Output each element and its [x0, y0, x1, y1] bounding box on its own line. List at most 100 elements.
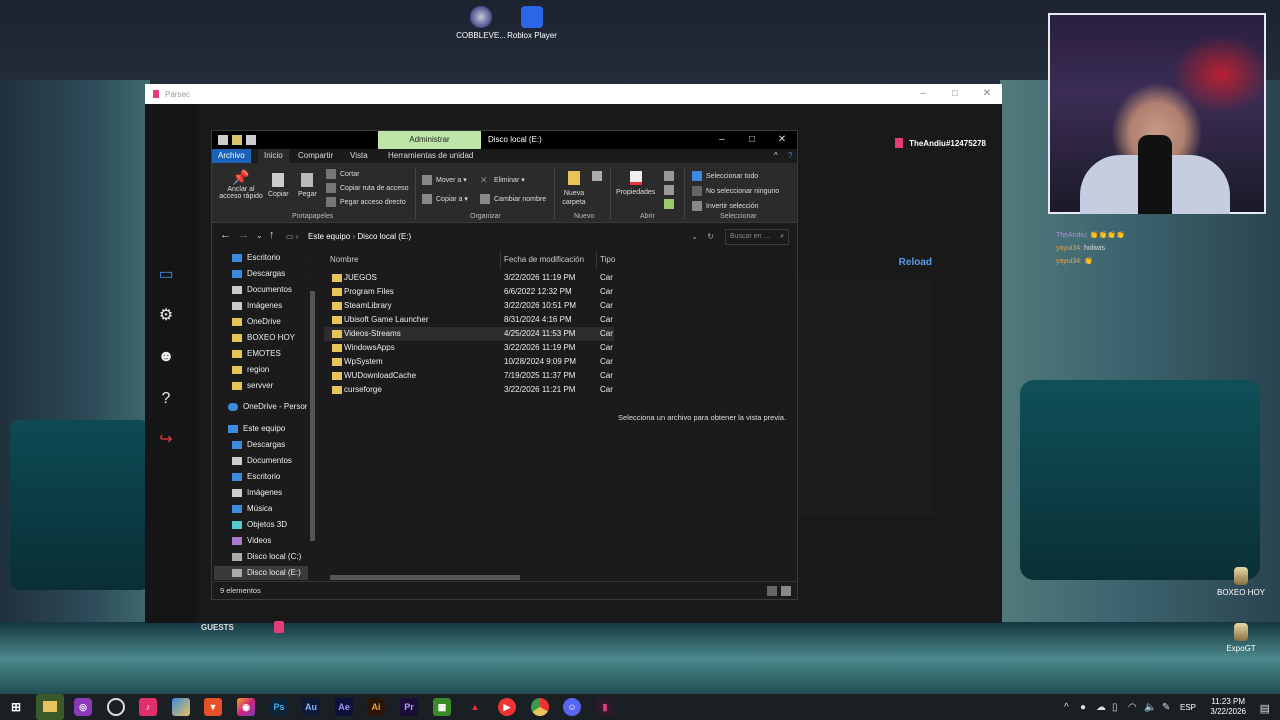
nav-item-escritorio-pc[interactable]: Escritorio [232, 470, 280, 484]
qat-properties-icon[interactable] [218, 135, 228, 145]
parsec-user[interactable]: TheAndiu#12475278 [895, 138, 986, 148]
nav-item-descargas-pc[interactable]: Descargas [232, 438, 285, 452]
podcasts-icon[interactable]: ◎ [74, 698, 92, 716]
back-arrow-icon[interactable]: ← [220, 229, 231, 241]
nav-item-onedrive[interactable]: OneDrive📌 [232, 315, 316, 329]
scrollbar-thumb[interactable] [310, 291, 315, 541]
details-view-icon[interactable] [767, 586, 777, 596]
wifi-icon[interactable]: ◠ [1128, 702, 1137, 713]
breadcrumb-disco-local[interactable]: Disco local (E:) [357, 232, 411, 241]
adobe-icon[interactable]: ▲ [466, 698, 484, 716]
maximize-button[interactable]: □ [940, 86, 970, 102]
paste-button[interactable]: Pegar [298, 173, 317, 198]
brave-icon[interactable]: ▼ [204, 698, 222, 716]
qat-folder-icon[interactable] [232, 135, 242, 145]
file-row[interactable]: Ubisoft Game Launcher 8/31/2024 4:16 PM Ca… [324, 313, 614, 327]
computers-icon[interactable]: ▭ [157, 266, 175, 284]
youtube-icon[interactable]: ▶ [498, 698, 516, 716]
language-indicator[interactable]: ESP [1180, 703, 1196, 712]
maximize-button[interactable]: □ [737, 131, 767, 149]
select-all-button[interactable]: Seleccionar todo [692, 171, 758, 181]
breadcrumb-este-equipo[interactable]: Este equipo [308, 232, 350, 241]
nav-item-imagenes[interactable]: Imágenes📌 [232, 299, 316, 313]
illustrator-icon[interactable]: Ai [367, 698, 385, 716]
nav-item-escritorio[interactable]: Escritorio📌 [232, 251, 316, 265]
clock[interactable]: 11:23 PM 3/22/2026 [1210, 697, 1246, 717]
after-effects-icon[interactable]: Ae [335, 698, 353, 716]
forward-arrow-icon[interactable]: → [238, 229, 249, 241]
tab-herramientas-de-unidad[interactable]: Herramientas de unidad [382, 149, 479, 163]
horizontal-scrollbar[interactable] [324, 573, 612, 581]
tiktok-icon[interactable]: ♪ [139, 698, 157, 716]
nav-item-region[interactable]: region [232, 363, 269, 377]
file-row[interactable]: Videos-Streams 4/25/2024 11:53 PM Car [324, 327, 614, 341]
tab-archivo[interactable]: Archivo [212, 149, 251, 163]
nav-item-este-equipo[interactable]: Este equipo [228, 422, 285, 436]
history-button[interactable] [664, 199, 678, 209]
file-row[interactable]: WindowsApps 3/22/2026 11:19 PM Car [324, 341, 614, 355]
minecraft-icon[interactable]: ▦ [433, 698, 451, 716]
file-row[interactable]: WpSystem 10/28/2024 9:09 PM Car [324, 355, 614, 369]
delete-button[interactable]: ✕ Eliminar ▾ [480, 175, 525, 185]
admin-context-tab[interactable]: Administrar [378, 131, 481, 149]
tray-chevron-icon[interactable]: ^ [1064, 702, 1069, 713]
nav-item-emotes[interactable]: EMOTES [232, 347, 281, 361]
column-header-fecha[interactable]: Fecha de modificación [504, 255, 584, 264]
nav-item-documentos[interactable]: Documentos📌 [232, 283, 316, 297]
notification-icon[interactable]: ▤ [1260, 702, 1270, 715]
close-button[interactable]: ✕ [767, 131, 797, 149]
desktop-icon-roblox[interactable]: Roblox Player [497, 6, 567, 40]
nav-item-disco-c[interactable]: Disco local (C:) [232, 550, 301, 564]
column-header-nombre[interactable]: Nombre [330, 255, 358, 264]
column-divider[interactable] [500, 251, 501, 269]
search-input[interactable]: Buscar en ... ⌕ [725, 229, 789, 245]
chrome-alt-icon[interactable] [107, 698, 125, 716]
invert-selection-button[interactable]: Invertir selección [692, 201, 759, 211]
help-icon[interactable]: ? [157, 390, 175, 408]
desktop-icon-boxeo-hoy[interactable]: BOXEO HOY [1206, 567, 1276, 597]
copy-to-button[interactable]: Copiar a ▾ [422, 194, 468, 204]
address-dropdown-icon[interactable]: ⌄ [691, 229, 698, 245]
premiere-icon[interactable]: Pr [400, 698, 418, 716]
logout-icon[interactable]: ↪ [157, 431, 175, 449]
pen-icon[interactable]: ✎ [1162, 702, 1170, 713]
reload-button[interactable]: Reload [899, 257, 932, 268]
nav-item-servver[interactable]: servver [232, 379, 273, 393]
scrollbar-thumb[interactable] [330, 575, 520, 580]
column-divider[interactable] [596, 251, 597, 269]
paste-shortcut-button[interactable]: Pegar acceso directo [326, 197, 406, 207]
desktop-icon-expogt[interactable]: ExpoGT [1206, 623, 1276, 653]
cloud-icon[interactable]: ☁ [1096, 702, 1106, 713]
tab-inicio[interactable]: Inicio [258, 149, 289, 163]
nav-item-musica[interactable]: Música [232, 502, 272, 516]
up-arrow-icon[interactable]: ↑ [269, 229, 275, 241]
parsec-icon[interactable]: ▮ [596, 698, 614, 716]
file-row[interactable]: SteamLibrary 3/22/2026 10:51 PM Car [324, 299, 614, 313]
cut-button[interactable]: Cortar [326, 169, 359, 179]
audition-icon[interactable]: Au [302, 698, 320, 716]
copy-button[interactable]: Copiar [268, 173, 289, 198]
minimize-button[interactable]: – [908, 86, 938, 102]
settings-icon[interactable]: ⚙ [157, 307, 175, 325]
taskbar-explorer[interactable] [36, 694, 64, 720]
new-item-button[interactable] [592, 171, 606, 181]
open-button[interactable] [664, 171, 678, 181]
nav-item-documentos-pc[interactable]: Documentos [232, 454, 292, 468]
address-bar[interactable]: ▭ › Este equipo › Disco local (E:) ⌄ ↻ [282, 229, 718, 245]
chrome-icon[interactable] [531, 698, 549, 716]
nav-item-objetos-3d[interactable]: Objetos 3D [232, 518, 287, 532]
copy-path-button[interactable]: Copiar ruta de acceso [326, 183, 408, 193]
copilot-icon[interactable] [172, 698, 190, 716]
windows-start-icon[interactable]: ⊞ [7, 698, 25, 716]
nav-item-disco-e[interactable]: Disco local (E:) [214, 566, 308, 580]
new-folder-button[interactable]: Nueva carpeta [560, 171, 588, 207]
guest-avatar-icon[interactable] [273, 621, 284, 633]
nav-item-boxeo-hoy[interactable]: BOXEO HOY [232, 331, 295, 345]
nav-scrollbar[interactable] [308, 251, 316, 583]
edit-button[interactable] [664, 185, 678, 195]
file-row[interactable]: JUEGOS 3/22/2026 11:19 PM Car [324, 271, 614, 285]
help-icon[interactable]: ? [782, 149, 798, 163]
friends-icon[interactable]: ☻ [157, 348, 175, 366]
instagram-icon[interactable]: ◉ [237, 698, 255, 716]
nav-item-descargas[interactable]: Descargas📌 [232, 267, 316, 281]
